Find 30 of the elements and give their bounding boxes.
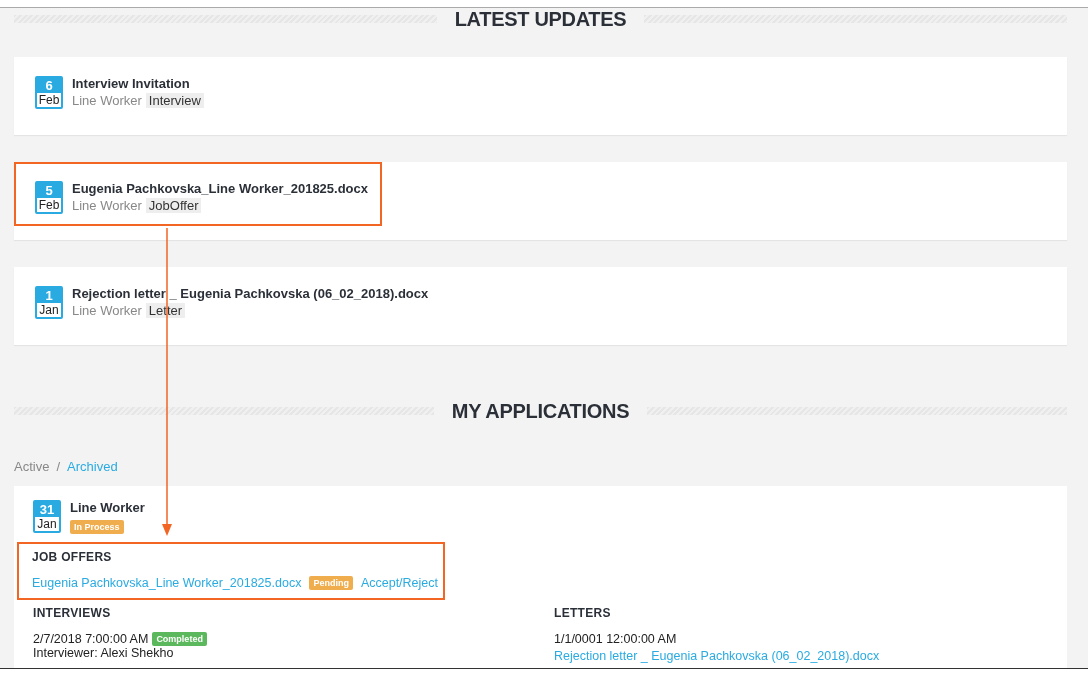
accept-reject-link[interactable]: Accept/Reject [360,576,439,590]
date-badge: 5 Feb [35,181,63,214]
section-title: MY APPLICATIONS [451,399,630,423]
position-name: Line Worker [72,93,142,108]
application-title: Line Worker [70,500,145,516]
position-name: Line Worker [72,198,142,213]
subsection-title: JOB OFFERS [32,550,113,564]
date-badge: 31 Jan [33,500,61,533]
filter-link[interactable]: Active [14,459,50,474]
date-badge: 1 Jan [35,286,63,319]
interview-datetime: 2/7/2018 7:00:00 AM [33,632,149,646]
subsection-title: LETTERS [554,606,612,620]
file-link[interactable]: Rejection letter _ Eugenia Pachkovska (06_02_2018).docx [554,649,880,663]
type-tag: JobOffer [145,198,202,213]
date-badge: 6 Feb [35,76,63,109]
separator: / [56,459,61,474]
status-label: Pending [309,576,353,590]
section-title: LATEST UPDATES [454,7,627,31]
type-tag: Interview [145,93,204,108]
subsection-title: INTERVIEWS [33,606,112,620]
update-title: Rejection letter _ Eugenia Pachkovska (06_02_2018).docx [72,286,429,302]
file-link[interactable]: Eugenia Pachkovska_Line Worker_201825.docx [32,576,302,590]
position-name: Line Worker [72,303,142,318]
status-label: Completed [152,632,207,646]
update-title: Eugenia Pachkovska_Line Worker_201825.docx [72,181,369,197]
filter-link[interactable]: Archived [67,459,118,474]
update-title: Interview Invitation [72,76,191,92]
interviewer-name: Interviewer: Alexi Shekho [33,646,175,660]
letter-datetime: 1/1/0001 12:00:00 AM [554,632,677,646]
status-label: In Process [70,520,124,534]
